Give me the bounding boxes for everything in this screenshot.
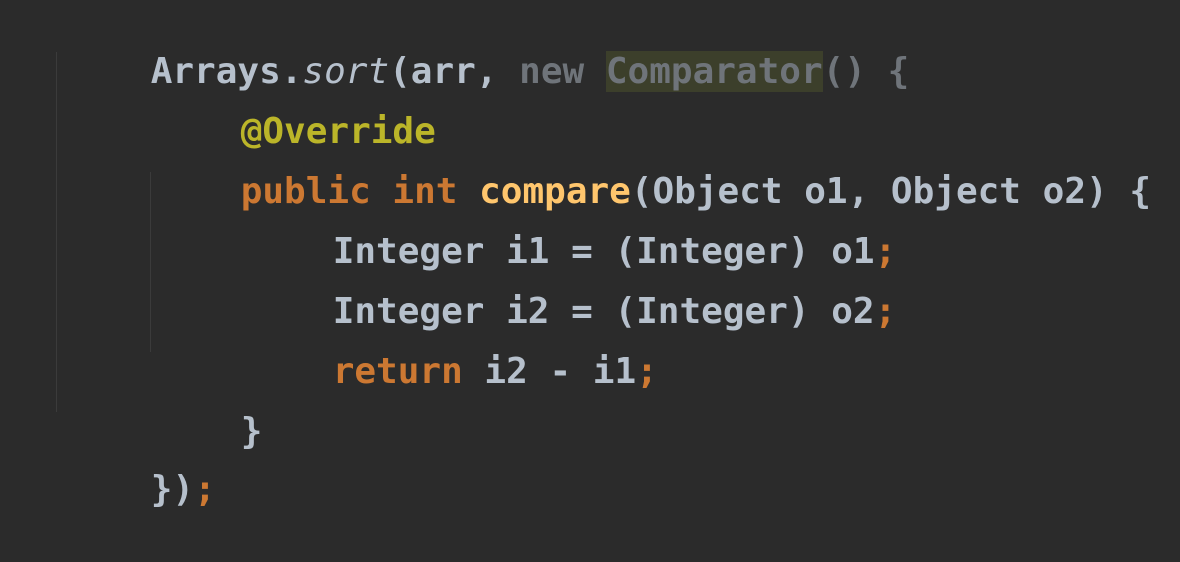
code-line-2[interactable]: @Override <box>154 60 436 152</box>
code-token-semicolon: ; <box>874 291 897 332</box>
code-editor[interactable]: Arrays.sort(arr, new Comparator() { @Ove… <box>0 0 1180 510</box>
code-token-return: return <box>332 351 485 392</box>
code-line-3[interactable]: public int compare(Object o1, Object o2)… <box>154 120 1151 212</box>
indent-guide-outer <box>56 52 57 412</box>
code-line-1[interactable]: Arrays.sort(arr, new Comparator() { <box>64 0 909 92</box>
code-line-6[interactable]: return i2 - i1; <box>246 300 658 392</box>
code-token-new: new <box>519 51 606 92</box>
code-line-5[interactable]: Integer i2 = (Integer) o2; <box>246 240 897 332</box>
code-line-7[interactable]: } <box>154 360 263 452</box>
code-line-4[interactable]: Integer i1 = (Integer) o1; <box>246 180 897 272</box>
code-token-semicolon: ; <box>636 351 658 392</box>
code-token-open-brace: () { <box>822 51 910 92</box>
code-token-semicolon: ; <box>194 469 216 510</box>
code-token-comparator-highlight: Comparator <box>605 51 823 92</box>
code-token-close-call: }) <box>150 469 195 510</box>
code-token-close-brace: } <box>240 411 263 452</box>
code-line-8[interactable]: }); <box>64 418 216 510</box>
code-token-expression: i2 - i1 <box>484 351 637 392</box>
indent-guide-inner <box>150 172 151 352</box>
